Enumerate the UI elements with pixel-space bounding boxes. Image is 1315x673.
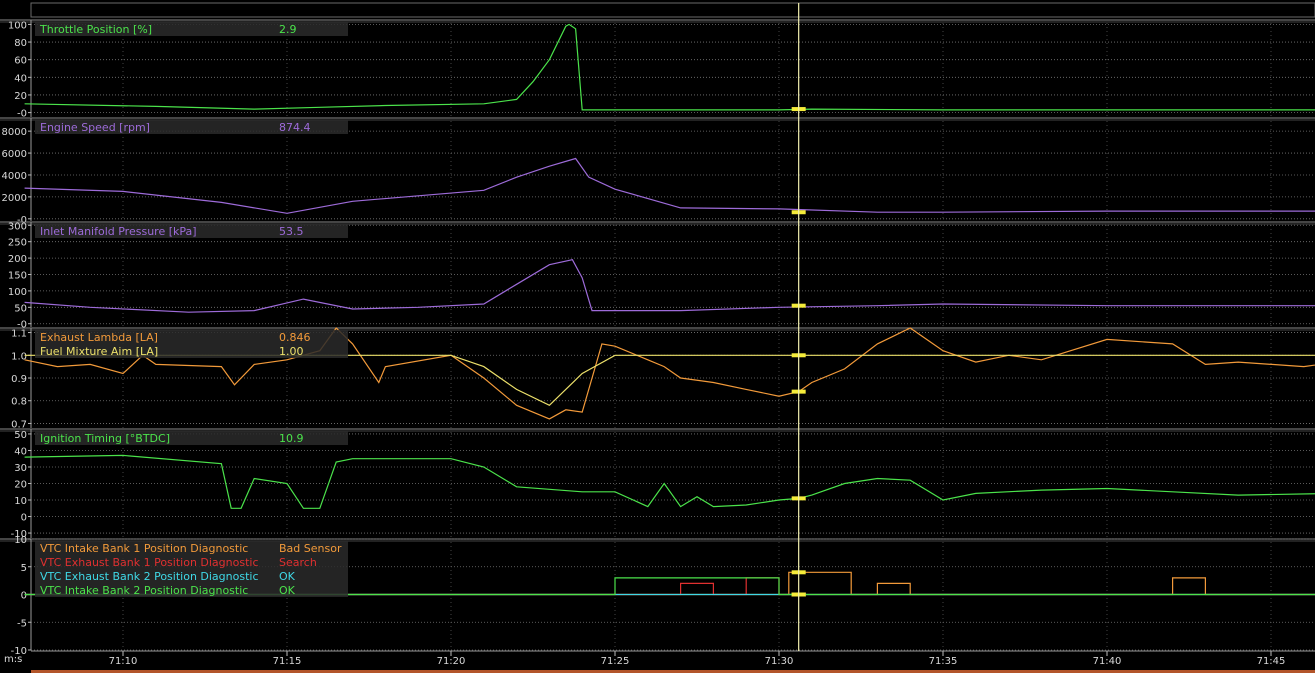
y-tick-label: 250 [8,238,27,249]
x-tick-label: 71:35 [929,656,958,667]
legend-series-value: 2.9 [279,23,297,36]
legend-series-name: Fuel Mixture Aim [LA] [40,345,158,358]
y-tick-label: 40 [14,73,27,84]
legend-series-value: 1.00 [279,345,304,358]
telemetry-chart[interactable]: 10080604020-0Throttle Position [%] 2.9800… [0,0,1315,673]
x-tick-label: 71:30 [765,656,794,667]
y-tick-label: 50 [14,303,27,314]
legend-series-name: VTC Exhaust Bank 2 Position Diagnostic [40,570,259,583]
legend-series-name: Ignition Timing [°BTDC] [40,432,170,445]
y-tick-label: 4000 [2,171,27,182]
legend-series-name: VTC Intake Bank 2 Position Diagnostic [40,584,248,597]
x-unit-label: m:s [4,654,22,665]
legend-series-name: Throttle Position [%] [39,23,152,36]
legend-series-value: 53.5 [279,225,304,238]
y-tick-label: 0 [21,513,27,524]
y-tick-label: 0.9 [11,374,27,385]
series-line [24,354,1315,407]
legend-series-name: Inlet Manifold Pressure [kPa] [40,225,197,238]
panel-vtc: 1050-5-10VTC Intake Bank 1 Position Diag… [0,535,1315,657]
y-tick-label: 1.0 [11,351,27,362]
legend-series-value: Search [279,556,317,569]
series-line [24,454,1315,509]
x-tick-label: 71:10 [109,656,138,667]
y-tick-label: 200 [8,254,27,265]
y-tick-label: 1.1 [11,329,27,340]
legend-series-value: OK [279,570,296,583]
panel-map: 30025020015010050-0Inlet Manifold Pressu… [0,221,1315,331]
y-tick-label: 0 [21,591,27,602]
legend-series-value: 0.846 [279,331,311,344]
legend-series-value: 874.4 [279,121,311,134]
y-tick-label: 5 [21,563,27,574]
y-tick-label: 10 [14,535,27,546]
series-line [24,157,1315,214]
legend-series-name: Engine Speed [rpm] [40,121,150,134]
legend-series-value: Bad Sensor [279,542,342,555]
y-tick-label: 10 [14,496,27,507]
series-line [24,259,1315,313]
y-tick-label: 20 [14,91,27,102]
x-tick-label: 71:25 [601,656,630,667]
y-tick-label: 150 [8,271,27,282]
y-tick-label: 20 [14,480,27,491]
y-tick-label: 2000 [2,193,27,204]
y-tick-label: 8000 [2,127,27,138]
series-line [24,23,1315,111]
panel-throttle: 10080604020-0Throttle Position [%] 2.9 [0,19,1315,120]
x-tick-label: 71:15 [273,656,302,667]
legend-series-name: Exhaust Lambda [LA] [40,331,158,344]
panel-ignition: 50403020100-10Ignition Timing [°BTDC] 10.… [0,428,1315,540]
y-tick-label: 300 [8,221,27,232]
legend-series-name: VTC Intake Bank 1 Position Diagnostic [40,542,248,555]
legend-series-value: OK [279,584,296,597]
panel-lambda: 1.11.00.90.80.7Exhaust Lambda [LA] 0.846F… [0,327,1315,430]
y-tick-label: 100 [8,20,27,31]
x-tick-label: 71:45 [1257,656,1286,667]
x-tick-label: 71:40 [1093,656,1122,667]
y-tick-label: 0.8 [11,397,27,408]
top-strip [30,2,1315,18]
y-tick-label: 80 [14,38,27,49]
y-tick-label: 40 [14,446,27,457]
y-tick-label: 6000 [2,149,27,160]
y-tick-label: 100 [8,287,27,298]
y-tick-label: 30 [14,463,27,474]
legend-series-value: 10.9 [279,432,304,445]
legend-series-name: VTC Exhaust Bank 1 Position Diagnostic [40,556,259,569]
x-tick-label: 71:20 [437,656,466,667]
y-tick-label: -5 [17,618,27,629]
panel-rpm: 8000600040002000-0Engine Speed [rpm] 874.… [0,117,1315,226]
y-tick-label: 50 [14,430,27,441]
y-tick-label: 60 [14,56,27,67]
